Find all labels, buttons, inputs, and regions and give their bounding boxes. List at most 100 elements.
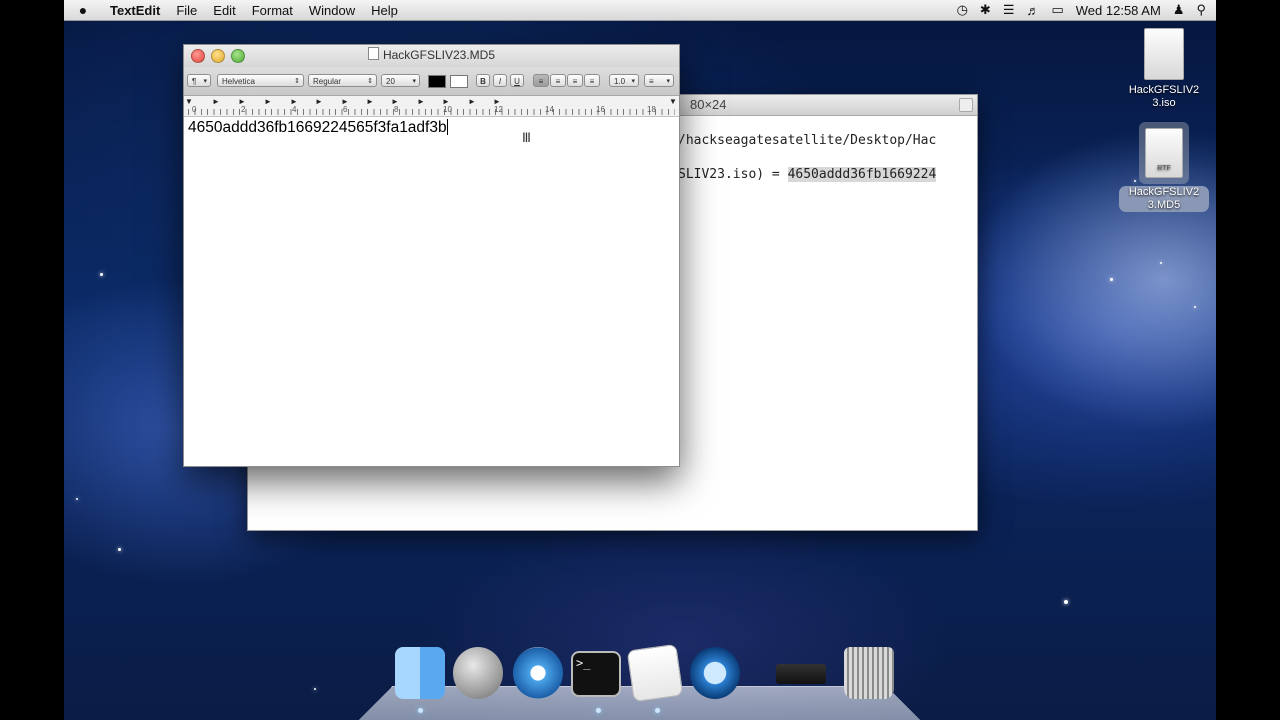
volume-icon[interactable]: ♬: [1026, 3, 1039, 18]
close-button[interactable]: [191, 49, 205, 63]
bluetooth-icon[interactable]: ✱: [980, 2, 991, 18]
italic-button[interactable]: I: [493, 74, 507, 87]
align-right-button[interactable]: ≡: [567, 74, 583, 87]
minimize-button[interactable]: [211, 49, 225, 63]
text-color-well[interactable]: [428, 75, 446, 88]
user-icon[interactable]: ♟: [1173, 2, 1185, 18]
running-indicator: [596, 708, 601, 713]
menu-format[interactable]: Format: [244, 3, 301, 18]
window-controls: [191, 49, 245, 63]
ruler-number: 4: [292, 105, 297, 114]
star: [118, 548, 121, 551]
left-margin-marker[interactable]: ▼: [185, 97, 193, 106]
desktop-icon-iso[interactable]: HackGFSLIV2 3.iso: [1119, 28, 1209, 110]
textedit-titlebar[interactable]: HackGFSLIV23.MD5: [184, 45, 679, 67]
zoom-button[interactable]: [231, 49, 245, 63]
right-margin-marker[interactable]: ▼: [669, 97, 677, 106]
ruler-number: 2: [241, 105, 246, 114]
font-style-value: Regular: [313, 77, 342, 86]
tab-stop-marker[interactable]: ►: [417, 97, 425, 106]
text-cursor: [446, 119, 448, 135]
bold-button[interactable]: B: [476, 74, 490, 87]
tab-stop-marker[interactable]: ►: [290, 97, 298, 106]
running-indicator: [655, 708, 660, 713]
clock[interactable]: Wed 12:58 AM: [1076, 3, 1161, 18]
window-title: HackGFSLIV23.MD5: [382, 48, 496, 62]
apple-menu-icon[interactable]: ●: [64, 2, 102, 18]
file-type-tag: RTF: [1157, 165, 1171, 172]
tab-stop-marker[interactable]: ►: [315, 97, 323, 106]
menu-extras: ◷ ✱ ☰ ♬ ▭ Wed 12:58 AM ♟ ⚲: [957, 2, 1216, 18]
tab-stop-marker[interactable]: ►: [442, 97, 450, 106]
menu-edit[interactable]: Edit: [205, 3, 243, 18]
paragraph-icon: ¶: [192, 77, 197, 86]
tab-stop-marker[interactable]: ►: [264, 97, 272, 106]
tab-stop-marker[interactable]: ►: [391, 97, 399, 106]
tab-stop-marker[interactable]: ►: [468, 97, 476, 106]
ruler-number: 8: [394, 105, 399, 114]
star: [100, 273, 103, 276]
document-text[interactable]: 4650addd36fb1669224565f3fa1adf3b: [188, 119, 448, 137]
font-size-combo[interactable]: 20 ▾: [381, 74, 420, 87]
star: [76, 498, 78, 500]
font-family-value: Helvetica: [222, 77, 255, 86]
ruler-number: 14: [545, 105, 554, 114]
finder-icon[interactable]: [395, 647, 445, 699]
font-family-popup[interactable]: Helvetica ⇕: [217, 74, 304, 87]
align-left-button[interactable]: ≡: [533, 74, 549, 87]
textedit-icon[interactable]: [626, 643, 684, 703]
ruler-number: 18: [647, 105, 656, 114]
desktop: ● TextEdit File Edit Format Window Help …: [64, 0, 1216, 720]
safari-icon[interactable]: [513, 647, 563, 699]
background-color-well[interactable]: [450, 75, 468, 88]
list-bullets-popup[interactable]: ≡ ▾: [644, 74, 674, 87]
tab-stop-marker[interactable]: ►: [341, 97, 349, 106]
text-editing-area[interactable]: 4650addd36fb1669224565f3fa1adf3b Ⅲ: [184, 117, 679, 466]
terminal-hash: 4650addd36fb1669224: [787, 167, 937, 182]
menu-bar: ● TextEdit File Edit Format Window Help …: [64, 0, 1216, 21]
ruler-number: 0: [192, 105, 197, 114]
underline-button[interactable]: U: [510, 74, 524, 87]
ruler-number: 16: [596, 105, 605, 114]
terminal-result-prefix: SLIV23.iso) =: [678, 167, 788, 182]
ruler[interactable]: 0 2 4 6 8 10 12 14 16 18 ▼ ► ► ► ► ► ► ►…: [184, 96, 679, 117]
paragraph-styles-popup[interactable]: ¶ ▾: [187, 74, 211, 87]
tab-stop-marker[interactable]: ►: [212, 97, 220, 106]
menu-app-textedit[interactable]: TextEdit: [102, 3, 168, 18]
trash-icon[interactable]: [844, 647, 894, 699]
font-style-popup[interactable]: Regular ⇕: [308, 74, 377, 87]
battery-icon[interactable]: ▭: [1051, 2, 1063, 18]
external-drive-icon[interactable]: [776, 664, 826, 684]
quicktime-icon[interactable]: [690, 647, 740, 699]
ruler-number: 6: [343, 105, 348, 114]
font-size-value: 20: [386, 77, 395, 86]
disk-image-icon: [1144, 28, 1184, 80]
fullscreen-icon[interactable]: [959, 98, 973, 112]
list-icon: ≡: [649, 77, 654, 86]
desktop-icon-label: HackGFSLIV2 3.MD5: [1119, 186, 1209, 212]
terminal-line-path: /hackseagatesatellite/Desktop/Hac: [678, 133, 937, 148]
menu-window[interactable]: Window: [301, 3, 363, 18]
tab-stop-marker[interactable]: ►: [238, 97, 246, 106]
wifi-icon[interactable]: ☰: [1003, 2, 1015, 18]
terminal-icon[interactable]: >_: [571, 651, 621, 697]
star: [1064, 600, 1068, 604]
align-center-button[interactable]: ≡: [550, 74, 566, 87]
justify-button[interactable]: ≡: [584, 74, 600, 87]
launchpad-icon[interactable]: [453, 647, 503, 699]
format-toolbar: ¶ ▾ Helvetica ⇕ Regular ⇕ 20 ▾ B I U ≡ ≡ ≡ ≡…: [184, 67, 679, 96]
star: [1160, 262, 1162, 264]
time-machine-icon[interactable]: ◷: [957, 2, 968, 18]
desktop-icon-md5[interactable]: RTF HackGFSLIV2 3.MD5: [1119, 128, 1209, 212]
textedit-window[interactable]: HackGFSLIV23.MD5 ¶ ▾ Helvetica ⇕ Regular ⇕ …: [183, 44, 680, 467]
spotlight-search-icon[interactable]: ⚲: [1196, 2, 1206, 18]
menu-help[interactable]: Help: [363, 3, 406, 18]
tab-stop-marker[interactable]: ►: [366, 97, 374, 106]
ruler-number: 10: [443, 105, 452, 114]
star: [314, 688, 316, 690]
menu-file[interactable]: File: [168, 3, 205, 18]
tab-stop-marker[interactable]: ►: [493, 97, 501, 106]
terminal-title: 80×24: [690, 97, 727, 112]
terminal-line-result: SLIV23.iso) = 4650addd36fb1669224: [678, 167, 937, 182]
line-spacing-popup[interactable]: 1.0 ▾: [609, 74, 639, 87]
